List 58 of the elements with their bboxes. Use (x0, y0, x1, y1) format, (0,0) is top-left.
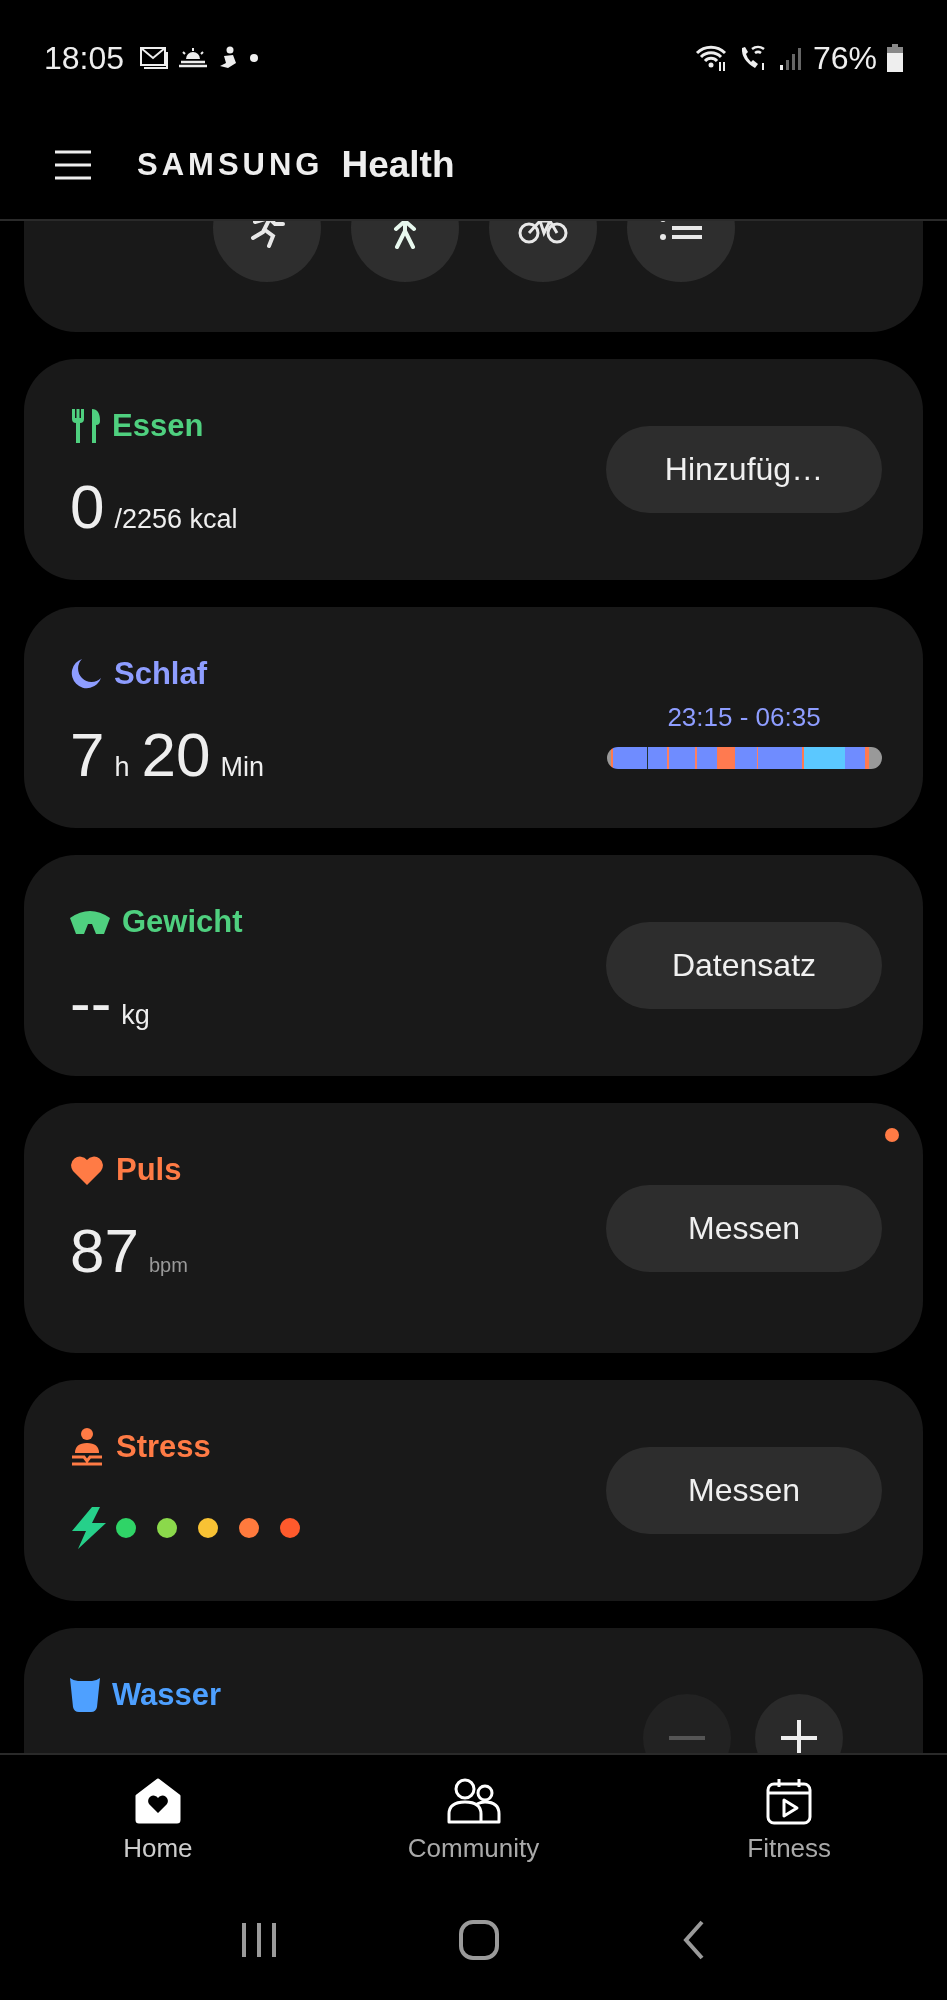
value-number: 20 (141, 723, 211, 787)
cup-icon (70, 1678, 100, 1712)
scale-icon (70, 910, 110, 934)
home-tab[interactable]: Home (0, 1755, 316, 1880)
card-action-button[interactable]: Hinzufüg… (606, 426, 882, 513)
home-button-icon[interactable] (459, 1920, 500, 1960)
recent-apps-icon[interactable] (241, 1921, 278, 1959)
value-unit: h (114, 752, 130, 783)
app-name: Health (341, 143, 455, 186)
value-number: 7 (70, 723, 105, 787)
moon-icon (70, 658, 102, 690)
community-tab[interactable]: Community (315, 1755, 632, 1880)
water-card[interactable]: Wasser (24, 1628, 923, 1753)
person-icon (70, 1427, 104, 1467)
fitness-tab[interactable]: Fitness (631, 1755, 947, 1880)
card-title: Gewicht (122, 904, 243, 940)
calendar-play-icon (765, 1777, 814, 1825)
signal-icon (778, 46, 803, 70)
menu-icon[interactable] (55, 149, 91, 180)
card-action-button[interactable]: Datensatz (606, 922, 882, 1009)
value-unit: kg (121, 1000, 150, 1031)
card-title: Stress (116, 1429, 211, 1465)
card-action-button[interactable]: Messen (606, 1184, 882, 1272)
card-title: Puls (116, 1152, 182, 1188)
value-unit: Min (220, 752, 264, 783)
wifi-icon (694, 44, 729, 72)
heart-card[interactable]: Puls 87 bpm Messen (24, 1103, 923, 1353)
card-title: Schlaf (114, 656, 208, 692)
minus-icon (669, 1736, 705, 1740)
home-icon (133, 1777, 182, 1825)
battery-percent: 76% (812, 39, 877, 77)
card-title: Wasser (112, 1677, 222, 1713)
mail-icon (140, 47, 169, 69)
plus-icon (779, 1718, 819, 1753)
status-time: 18:05 (44, 39, 125, 77)
card-title: Essen (112, 408, 204, 444)
fork-knife-icon (70, 409, 100, 443)
card-action-button[interactable]: Messen (606, 1447, 882, 1534)
list-icon (659, 221, 702, 241)
sleep-card[interactable]: Schlaf 7 h 20 Min 23:15 - 06:35 (24, 607, 923, 828)
value-number: 87 (70, 1219, 139, 1283)
stress-card[interactable]: Stress Messen (24, 1380, 923, 1601)
bicycle-icon (517, 221, 568, 245)
value-unit: /2256 kcal (114, 504, 238, 535)
lightning-icon (70, 1507, 108, 1549)
value-number: -- (70, 971, 112, 1035)
food-card[interactable]: Essen 0 /2256 kcal Hinzufüg… (24, 359, 923, 580)
people-icon (446, 1777, 501, 1825)
battery-icon (887, 44, 903, 72)
value-unit: bpm (148, 1254, 188, 1277)
sleep-time-range: 23:15 - 06:35 (667, 702, 821, 733)
notification-dot-icon (250, 54, 259, 62)
weather-icon (178, 47, 209, 69)
weight-card[interactable]: Gewicht -- kg Datensatz (24, 855, 923, 1076)
heart-icon (70, 1155, 104, 1185)
value-number: 0 (70, 475, 105, 539)
back-icon[interactable] (681, 1920, 706, 1960)
brand-name: SAMSUNG (137, 146, 324, 183)
